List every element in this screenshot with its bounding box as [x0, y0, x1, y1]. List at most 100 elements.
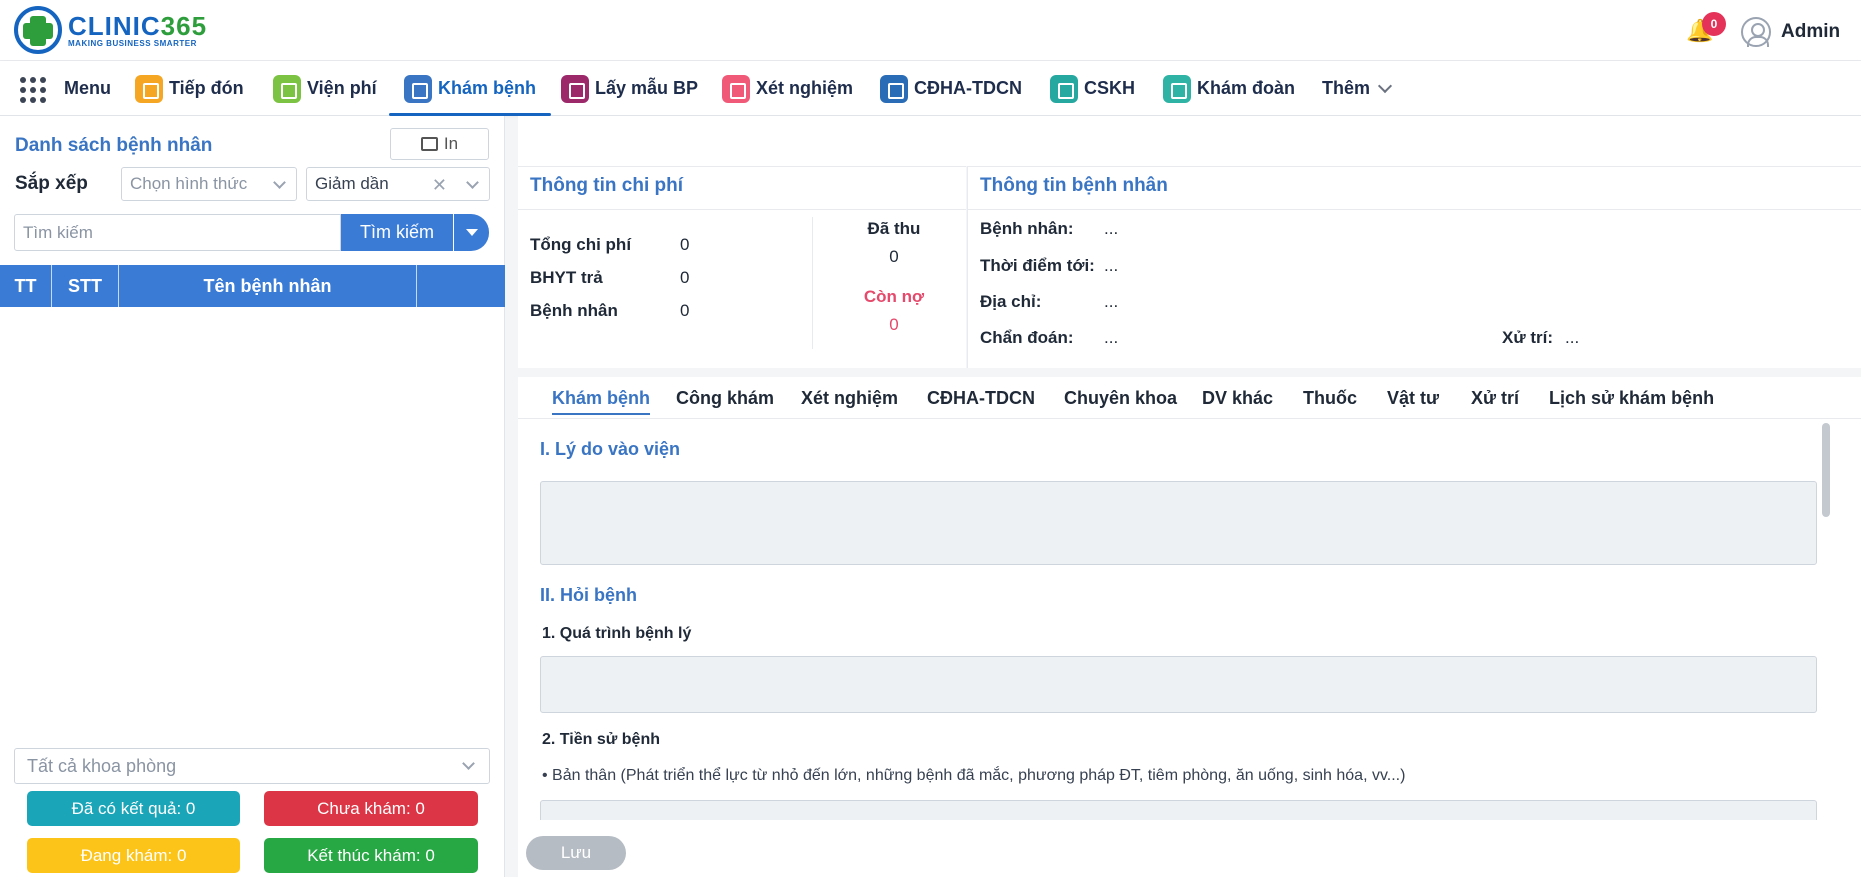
- reception-icon: [135, 74, 163, 103]
- search-options-dropdown[interactable]: [454, 214, 489, 251]
- nav-item-cdha[interactable]: CĐHA-TDCN: [880, 61, 1022, 116]
- col-tt[interactable]: TT: [0, 265, 52, 307]
- tab-dv-khac[interactable]: DV khác: [1202, 388, 1273, 409]
- patient-pays-value: 0: [680, 301, 690, 320]
- menu-label: Menu: [64, 78, 111, 98]
- status-examining[interactable]: Đang khám: 0: [27, 838, 240, 873]
- tab-cdha[interactable]: CĐHA-TDCN: [927, 388, 1035, 409]
- print-label: In: [443, 134, 459, 153]
- logo-tagline: MAKING BUSINESS SMARTER: [68, 38, 197, 48]
- tab-xet-nghiem[interactable]: Xét nghiệm: [801, 388, 898, 409]
- nav-item-kham-doan[interactable]: Khám đoàn: [1163, 61, 1295, 116]
- group-icon: [1163, 74, 1191, 103]
- patient-name-value: ...: [1104, 219, 1119, 238]
- nav-item-lay-mau[interactable]: Lấy mẫu BP: [561, 61, 698, 116]
- tab-xu-tri[interactable]: Xử trí: [1471, 388, 1519, 409]
- diagnosis-label: Chẩn đoán:: [980, 328, 1074, 347]
- patient-list-title: Danh sách bệnh nhân: [15, 135, 213, 156]
- user-name: Admin: [1781, 21, 1841, 42]
- address-value: ...: [1104, 292, 1119, 311]
- nav-label: CSKH: [1084, 78, 1136, 98]
- nav-label: Khám đoàn: [1197, 78, 1296, 98]
- status-finished[interactable]: Kết thúc khám: 0: [264, 838, 478, 873]
- reason-textarea[interactable]: [540, 481, 1817, 565]
- nav-label: Thêm: [1322, 78, 1371, 98]
- nav-label: Xét nghiệm: [756, 78, 854, 98]
- total-cost-label: Tổng chi phí: [530, 235, 632, 254]
- total-cost-value: 0: [680, 235, 690, 254]
- phone-icon: [1050, 74, 1078, 103]
- department-value: Tất cả khoa phòng: [27, 755, 177, 776]
- chevron-down-icon: [1377, 78, 1393, 93]
- tab-chuyen-khoa[interactable]: Chuyên khoa: [1064, 388, 1177, 409]
- nav-item-cskh[interactable]: CSKH: [1050, 61, 1135, 116]
- tab-thuoc[interactable]: Thuốc: [1303, 388, 1357, 409]
- grid-menu-icon: [18, 75, 46, 103]
- section-reason: I. Lý do vào viện: [540, 439, 681, 459]
- logo-name-part1: CLINIC: [68, 10, 161, 41]
- imaging-icon: [880, 74, 908, 103]
- nav-label: Khám bệnh: [438, 78, 537, 98]
- clear-icon[interactable]: ✕: [432, 175, 447, 196]
- col-stt[interactable]: STT: [52, 265, 119, 307]
- nav-item-vien-phi[interactable]: Viện phí: [273, 61, 377, 116]
- microscope-icon: [722, 74, 750, 103]
- status-has-result[interactable]: Đã có kết quả: 0: [27, 791, 240, 826]
- exam-scrollbar[interactable]: [1822, 423, 1830, 517]
- chevron-down-icon: [273, 176, 286, 189]
- notification-badge: 0: [1702, 12, 1726, 36]
- section-history: II. Hỏi bệnh: [540, 585, 637, 605]
- address-label: Địa chỉ:: [980, 292, 1042, 311]
- nav-label: CĐHA-TDCN: [914, 78, 1022, 98]
- stethoscope-icon: [404, 74, 432, 103]
- medical-cross-icon: [14, 6, 62, 54]
- top-bar: CLINIC365 MAKING BUSINESS SMARTER 🔔 0 Ad…: [0, 0, 1861, 61]
- sort-method-placeholder: Chọn hình thức: [130, 174, 248, 193]
- sort-method-select[interactable]: Chọn hình thức: [121, 167, 297, 201]
- tab-lich-su[interactable]: Lịch sử khám bệnh: [1549, 388, 1714, 409]
- sort-order-value: Giảm dần: [315, 174, 389, 193]
- self-history-textarea[interactable]: [540, 800, 1817, 820]
- save-button[interactable]: Lưu: [526, 836, 626, 870]
- sample-icon: [561, 74, 589, 103]
- patient-list-panel: Danh sách bệnh nhân In Sắp xếp Chọn hình…: [0, 116, 505, 877]
- status-not-examined[interactable]: Chưa khám: 0: [264, 791, 478, 826]
- logo-name-part2: 365: [160, 10, 208, 41]
- col-patient-name[interactable]: Tên bệnh nhân: [119, 265, 417, 307]
- nav-label: Lấy mẫu BP: [595, 78, 699, 98]
- nav-item-kham-benh[interactable]: Khám bệnh: [388, 61, 552, 116]
- print-button[interactable]: In: [390, 128, 489, 160]
- tab-cong-kham[interactable]: Công khám: [676, 388, 774, 409]
- debt-label: Còn nợ: [863, 287, 925, 306]
- paid-value: 0: [889, 247, 899, 266]
- arrival-time-label: Thời điểm tới:: [980, 256, 1095, 275]
- self-history-note: • Bản thân (Phát triển thể lực từ nhỏ đế…: [542, 767, 1406, 784]
- chevron-down-icon: [462, 757, 475, 770]
- search-input[interactable]: Tìm kiếm: [14, 214, 341, 251]
- tab-vat-tu[interactable]: Vật tư: [1387, 388, 1439, 409]
- sort-order-select[interactable]: Giảm dần ✕: [306, 167, 490, 201]
- department-select[interactable]: Tất cả khoa phòng: [14, 748, 490, 784]
- subsection-pathology: 1. Quá trình bệnh lý: [542, 625, 692, 642]
- pathology-textarea[interactable]: [540, 656, 1817, 713]
- user-avatar-icon: [1741, 17, 1771, 47]
- tab-kham-benh[interactable]: Khám bệnh: [552, 388, 651, 415]
- billing-icon: [273, 74, 301, 103]
- user-menu[interactable]: Admin: [1741, 17, 1840, 47]
- exam-tabs: Khám bệnh Công khám Xét nghiệm CĐHA-TDCN…: [518, 377, 1861, 419]
- search-button[interactable]: Tìm kiếm: [341, 214, 453, 251]
- nav-item-tiep-don[interactable]: Tiếp đón: [135, 61, 244, 116]
- right-header-strip: [518, 116, 1861, 166]
- nav-item-more[interactable]: Thêm: [1322, 61, 1393, 116]
- exam-area: Khám bệnh Công khám Xét nghiệm CĐHA-TDCN…: [518, 377, 1861, 877]
- treatment-value: ...: [1565, 328, 1580, 347]
- menu-button[interactable]: Menu: [18, 61, 111, 116]
- cost-info-panel: Thông tin chi phí Tổng chi phí 0 BHYT tr…: [518, 166, 966, 368]
- nav-label: Viện phí: [307, 78, 377, 98]
- bhyt-value: 0: [680, 268, 690, 287]
- patient-table-header: TT STT Tên bệnh nhân: [0, 265, 505, 307]
- nav-item-xet-nghiem[interactable]: Xét nghiệm: [722, 61, 853, 116]
- main-nav: Menu Tiếp đón Viện phí Khám bệnh Lấy mẫu…: [0, 61, 1861, 116]
- clinic365-logo[interactable]: CLINIC365 MAKING BUSINESS SMARTER: [14, 6, 207, 54]
- debt-value: 0: [889, 315, 899, 334]
